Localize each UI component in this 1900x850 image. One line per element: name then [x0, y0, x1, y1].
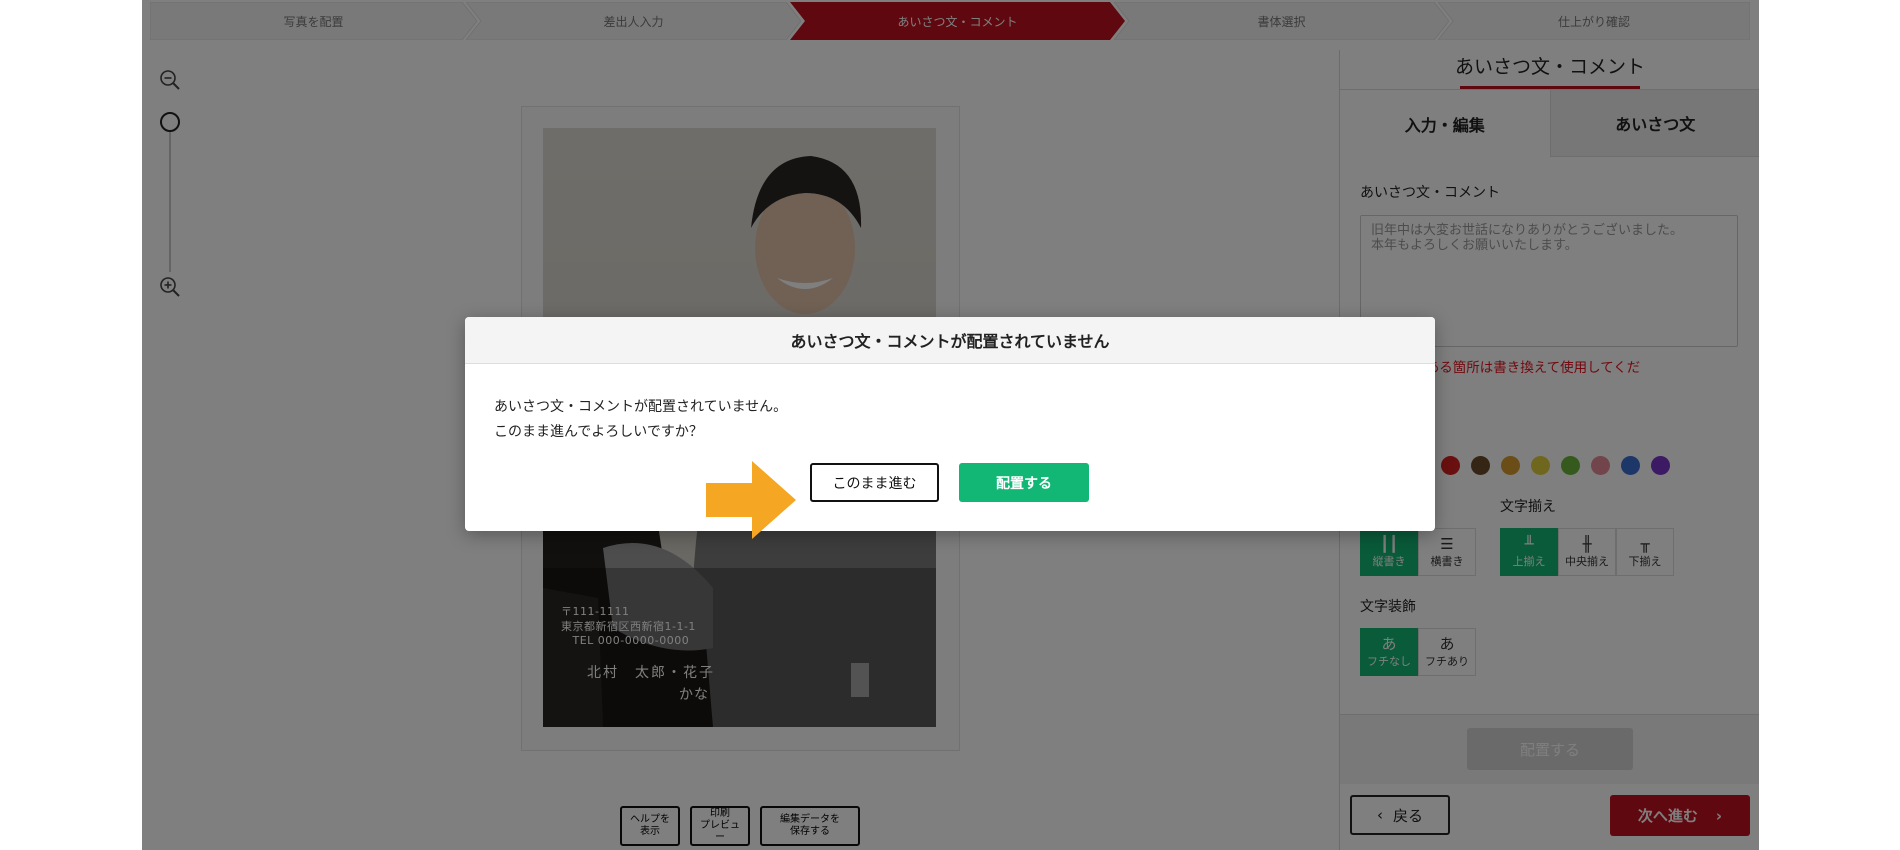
dialog-title: あいさつ文・コメントが配置されていません — [465, 317, 1435, 364]
dialog-message: あいさつ文・コメントが配置されていません。 このまま進んでよろしいですか？ — [494, 395, 787, 445]
arrow-pointer-icon — [706, 461, 796, 539]
dialog-message-line-1: あいさつ文・コメントが配置されていません。 — [494, 399, 788, 415]
proceed-button[interactable]: このまま進む — [810, 463, 939, 502]
place-button[interactable]: 配置する — [959, 463, 1089, 502]
confirm-dialog: あいさつ文・コメントが配置されていません あいさつ文・コメントが配置されていませ… — [465, 317, 1435, 531]
dialog-message-line-2: このまま進んでよろしいですか？ — [494, 424, 703, 440]
